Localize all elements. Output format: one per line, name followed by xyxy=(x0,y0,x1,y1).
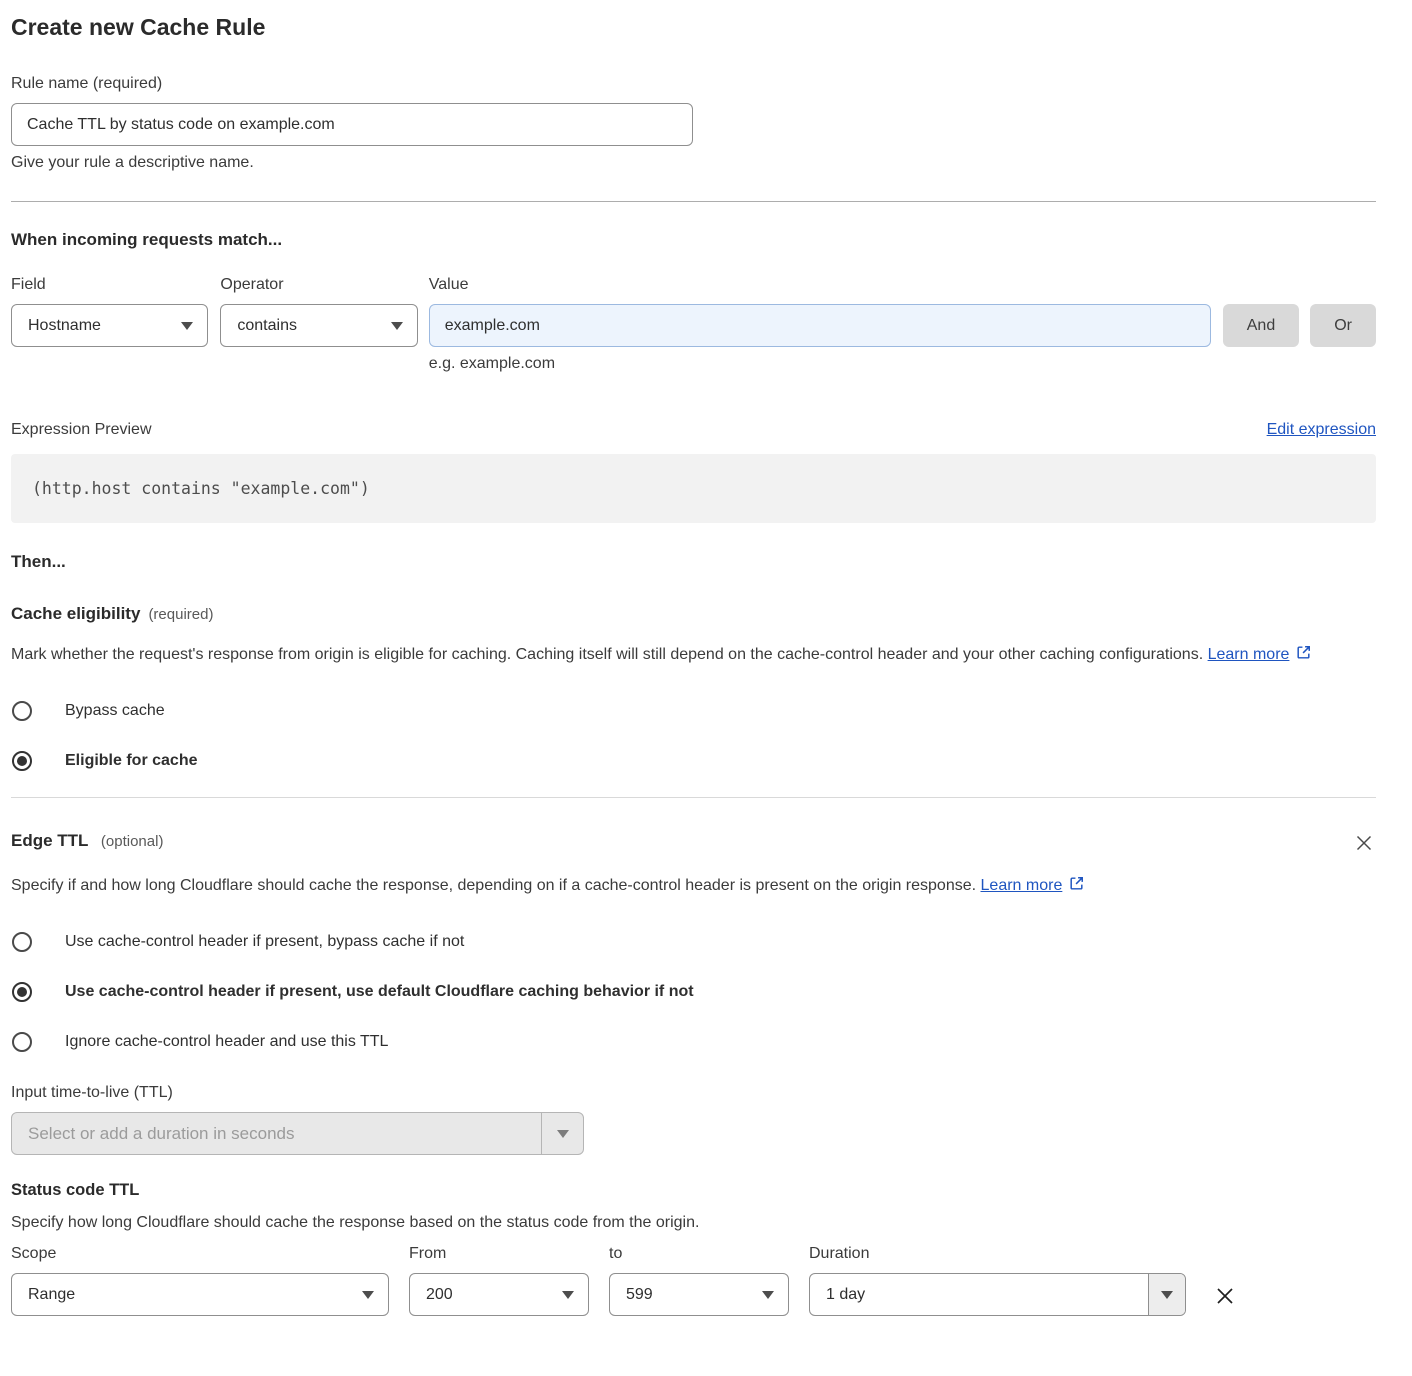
or-button-wrap: Or xyxy=(1310,276,1376,347)
cache-eligibility-header: Cache eligibility (required) xyxy=(11,604,1376,624)
to-select[interactable]: 599 xyxy=(609,1273,789,1316)
duration-select[interactable]: 1 day xyxy=(809,1273,1186,1316)
page-title: Create new Cache Rule xyxy=(11,14,1376,41)
section-divider xyxy=(11,201,1376,202)
to-select-value: 599 xyxy=(626,1286,653,1304)
value-input[interactable] xyxy=(429,304,1211,347)
edit-expression-link[interactable]: Edit expression xyxy=(1267,421,1376,439)
to-label: to xyxy=(609,1245,789,1263)
edge-ttl-heading: Edge TTL xyxy=(11,831,88,850)
expression-preview-label: Expression Preview xyxy=(11,421,152,439)
radio-option-label: Eligible for cache xyxy=(65,752,197,770)
value-label: Value xyxy=(429,276,1211,294)
external-link-icon xyxy=(1295,642,1312,671)
status-code-ttl-heading: Status code TTL xyxy=(11,1181,1376,1200)
radio-option-cc-bypass[interactable]: Use cache-control header if present, byp… xyxy=(11,932,1376,952)
cache-eligibility-description-text: Mark whether the request's response from… xyxy=(11,646,1203,663)
close-icon xyxy=(1214,1285,1236,1307)
field-select-value: Hostname xyxy=(28,317,101,335)
chevron-down-icon xyxy=(557,1130,569,1138)
edge-ttl-heading-group: Edge TTL (optional) xyxy=(11,831,163,851)
radio-unchecked-icon[interactable] xyxy=(12,701,32,721)
radio-checked-icon[interactable] xyxy=(12,751,32,771)
field-label: Field xyxy=(11,276,208,294)
from-select-value: 200 xyxy=(426,1286,453,1304)
expression-header: Expression Preview Edit expression xyxy=(11,421,1376,439)
ttl-duration-select[interactable]: Select or add a duration in seconds xyxy=(11,1112,584,1155)
radio-unchecked-icon[interactable] xyxy=(12,1032,32,1052)
radio-option-label: Use cache-control header if present, use… xyxy=(65,983,694,1001)
radio-option-eligible-for-cache[interactable]: Eligible for cache xyxy=(11,751,1376,771)
radio-option-cc-default[interactable]: Use cache-control header if present, use… xyxy=(11,982,1376,1002)
chevron-down-icon xyxy=(562,1291,574,1299)
status-code-ttl-row: Scope Range From 200 to 599 Duration xyxy=(11,1245,1376,1316)
cache-eligibility-qualifier: (required) xyxy=(148,606,213,623)
radio-checked-icon[interactable] xyxy=(12,982,32,1002)
section-divider xyxy=(11,797,1376,798)
ttl-input-label: Input time-to-live (TTL) xyxy=(11,1084,1376,1102)
match-heading: When incoming requests match... xyxy=(11,230,1376,250)
expression-code-block: (http.host contains "example.com") xyxy=(11,454,1376,523)
field-column: Field Hostname xyxy=(11,276,208,347)
edge-ttl-description-text: Specify if and how long Cloudflare shoul… xyxy=(11,877,976,894)
edge-ttl-learn-more-link[interactable]: Learn more xyxy=(981,877,1063,894)
from-select[interactable]: 200 xyxy=(409,1273,589,1316)
then-heading: Then... xyxy=(11,552,1376,572)
radio-option-label: Ignore cache-control header and use this… xyxy=(65,1033,388,1051)
field-select[interactable]: Hostname xyxy=(11,304,208,347)
duration-select-value: 1 day xyxy=(810,1274,1148,1315)
edge-ttl-qualifier: (optional) xyxy=(101,833,164,850)
external-link-icon xyxy=(1068,873,1085,902)
chevron-down-icon xyxy=(391,322,403,330)
remove-row-wrap xyxy=(1186,1245,1238,1312)
and-button-wrap: And xyxy=(1223,276,1299,347)
from-column: From 200 xyxy=(409,1245,589,1316)
operator-label: Operator xyxy=(220,276,417,294)
scope-select-value: Range xyxy=(28,1286,75,1304)
rule-name-input[interactable] xyxy=(11,103,693,146)
scope-column: Scope Range xyxy=(11,1245,389,1316)
or-button[interactable]: Or xyxy=(1310,304,1376,347)
chevron-down-icon xyxy=(362,1291,374,1299)
and-button[interactable]: And xyxy=(1223,304,1299,347)
remove-status-ttl-button[interactable] xyxy=(1212,1283,1238,1309)
status-code-ttl-description: Specify how long Cloudflare should cache… xyxy=(11,1214,1376,1232)
duration-column: Duration 1 day xyxy=(809,1245,1186,1316)
chevron-down-icon xyxy=(1161,1291,1173,1299)
scope-label: Scope xyxy=(11,1245,389,1263)
operator-select-value: contains xyxy=(237,317,297,335)
duration-label: Duration xyxy=(809,1245,1186,1263)
close-icon xyxy=(1354,833,1374,853)
rule-name-helper: Give your rule a descriptive name. xyxy=(11,154,1376,172)
radio-option-label: Bypass cache xyxy=(65,702,165,720)
duration-caret-button[interactable] xyxy=(1148,1274,1185,1315)
rule-name-group: Rule name (required) Give your rule a de… xyxy=(11,75,1376,172)
radio-option-ignore-cc[interactable]: Ignore cache-control header and use this… xyxy=(11,1032,1376,1052)
operator-column: Operator contains xyxy=(220,276,417,347)
to-column: to 599 xyxy=(609,1245,789,1316)
edge-ttl-description: Specify if and how long Cloudflare shoul… xyxy=(11,871,1111,902)
cache-eligibility-heading: Cache eligibility xyxy=(11,604,140,624)
cache-eligibility-description: Mark whether the request's response from… xyxy=(11,640,1356,671)
chevron-down-icon xyxy=(181,322,193,330)
from-label: From xyxy=(409,1245,589,1263)
radio-option-label: Use cache-control header if present, byp… xyxy=(65,933,464,951)
chevron-down-icon xyxy=(762,1291,774,1299)
operator-select[interactable]: contains xyxy=(220,304,417,347)
value-column: Value e.g. example.com xyxy=(429,276,1211,373)
value-helper: e.g. example.com xyxy=(429,355,1211,373)
rule-name-label: Rule name (required) xyxy=(11,75,1376,93)
edge-ttl-close-button[interactable] xyxy=(1352,831,1376,855)
cache-eligibility-learn-more-link[interactable]: Learn more xyxy=(1208,646,1290,663)
ttl-duration-caret-button[interactable] xyxy=(541,1113,583,1154)
condition-row: Field Hostname Operator contains Value e… xyxy=(11,276,1376,373)
radio-unchecked-icon[interactable] xyxy=(12,932,32,952)
scope-select[interactable]: Range xyxy=(11,1273,389,1316)
ttl-duration-placeholder: Select or add a duration in seconds xyxy=(12,1113,541,1154)
radio-option-bypass-cache[interactable]: Bypass cache xyxy=(11,701,1376,721)
edge-ttl-header: Edge TTL (optional) xyxy=(11,831,1376,855)
create-cache-rule-form: Create new Cache Rule Rule name (require… xyxy=(11,14,1376,1316)
